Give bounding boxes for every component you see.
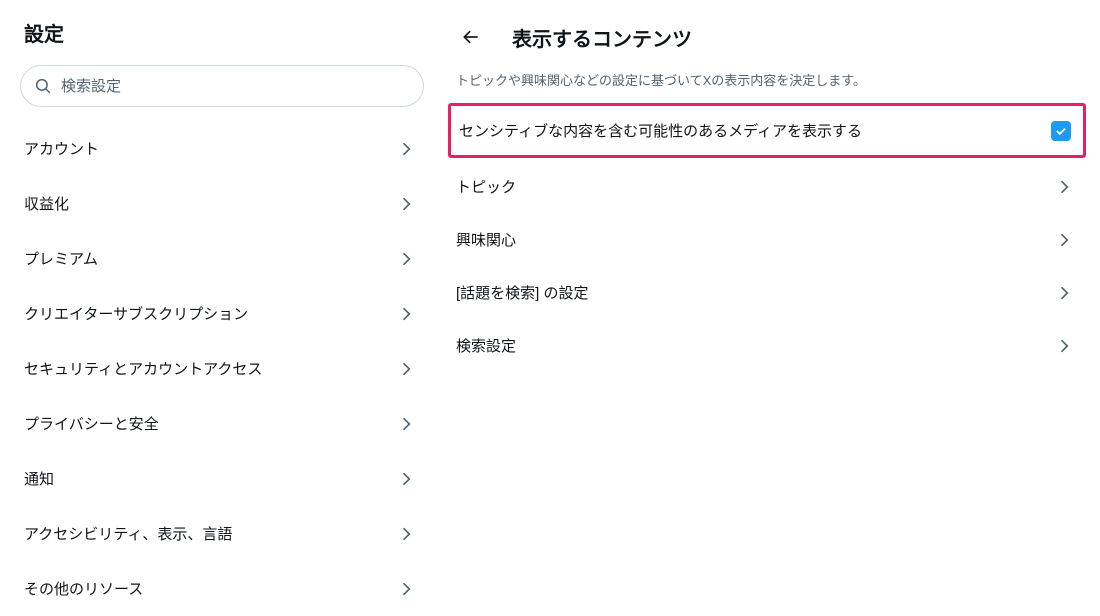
content-settings-list: センシティブな内容を含む可能性のあるメディアを表示する トピック 興味関心 [話… [448, 103, 1086, 372]
settings-sidebar: 設定 アカウント 収益化 プレミアム クリエイターサブスクリプション [0, 0, 440, 610]
chevron-right-icon [396, 304, 416, 324]
sidebar-item-label: その他のリソース [24, 578, 143, 599]
setting-row-topics[interactable]: トピック [448, 160, 1086, 213]
sidebar-item-premium[interactable]: プレミアム [20, 231, 424, 286]
sidebar-item-notifications[interactable]: 通知 [20, 451, 424, 506]
sidebar-item-resources[interactable]: その他のリソース [20, 561, 424, 616]
chevron-right-icon [396, 139, 416, 159]
sidebar-item-label: クリエイターサブスクリプション [24, 303, 248, 324]
search-icon [34, 77, 52, 95]
main-panel: 表示するコンテンツ トピックや興味関心などの設定に基づいてXの表示内容を決定しま… [440, 0, 1100, 610]
setting-label: 検索設定 [456, 335, 516, 356]
sidebar-item-label: セキュリティとアカウントアクセス [24, 358, 262, 379]
chevron-right-icon [396, 414, 416, 434]
setting-label: センシティブな内容を含む可能性のあるメディアを表示する [459, 120, 862, 141]
chevron-right-icon [1054, 336, 1074, 356]
sidebar-item-creator-subs[interactable]: クリエイターサブスクリプション [20, 286, 424, 341]
sidebar-item-label: 通知 [24, 468, 54, 489]
search-wrap [20, 65, 424, 107]
sidebar-nav-list: アカウント 収益化 プレミアム クリエイターサブスクリプション セキュリティとア… [20, 121, 424, 616]
chevron-right-icon [396, 359, 416, 379]
setting-row-search-settings[interactable]: 検索設定 [448, 319, 1086, 372]
sidebar-title: 設定 [20, 18, 424, 47]
page-description: トピックや興味関心などの設定に基づいてXの表示内容を決定します。 [448, 60, 1086, 103]
chevron-right-icon [396, 249, 416, 269]
sidebar-item-privacy[interactable]: プライバシーと安全 [20, 396, 424, 451]
setting-row-interests[interactable]: 興味関心 [448, 213, 1086, 266]
sidebar-item-accessibility[interactable]: アクセシビリティ、表示、言語 [20, 506, 424, 561]
chevron-right-icon [396, 524, 416, 544]
search-input[interactable] [20, 65, 424, 107]
setting-row-explore-settings[interactable]: [話題を検索] の設定 [448, 266, 1086, 319]
sidebar-item-label: アクセシビリティ、表示、言語 [24, 523, 232, 544]
sidebar-item-label: プライバシーと安全 [24, 413, 159, 434]
sidebar-item-label: 収益化 [24, 193, 69, 214]
sidebar-item-monetization[interactable]: 収益化 [20, 176, 424, 231]
chevron-right-icon [1054, 177, 1074, 197]
sidebar-item-label: プレミアム [24, 248, 98, 269]
chevron-right-icon [1054, 230, 1074, 250]
sidebar-item-account[interactable]: アカウント [20, 121, 424, 176]
page-title: 表示するコンテンツ [512, 23, 692, 52]
checkbox-checked-icon[interactable] [1051, 121, 1071, 141]
setting-label: 興味関心 [456, 229, 516, 250]
back-button[interactable] [454, 20, 488, 54]
setting-label: トピック [456, 176, 516, 197]
sidebar-item-security[interactable]: セキュリティとアカウントアクセス [20, 341, 424, 396]
sidebar-item-label: アカウント [24, 138, 99, 159]
chevron-right-icon [1054, 283, 1074, 303]
chevron-right-icon [396, 469, 416, 489]
setting-label: [話題を検索] の設定 [456, 282, 589, 303]
chevron-right-icon [396, 579, 416, 599]
sensitive-media-toggle-row[interactable]: センシティブな内容を含む可能性のあるメディアを表示する [448, 103, 1086, 158]
chevron-right-icon [396, 194, 416, 214]
main-header: 表示するコンテンツ [448, 18, 1086, 60]
